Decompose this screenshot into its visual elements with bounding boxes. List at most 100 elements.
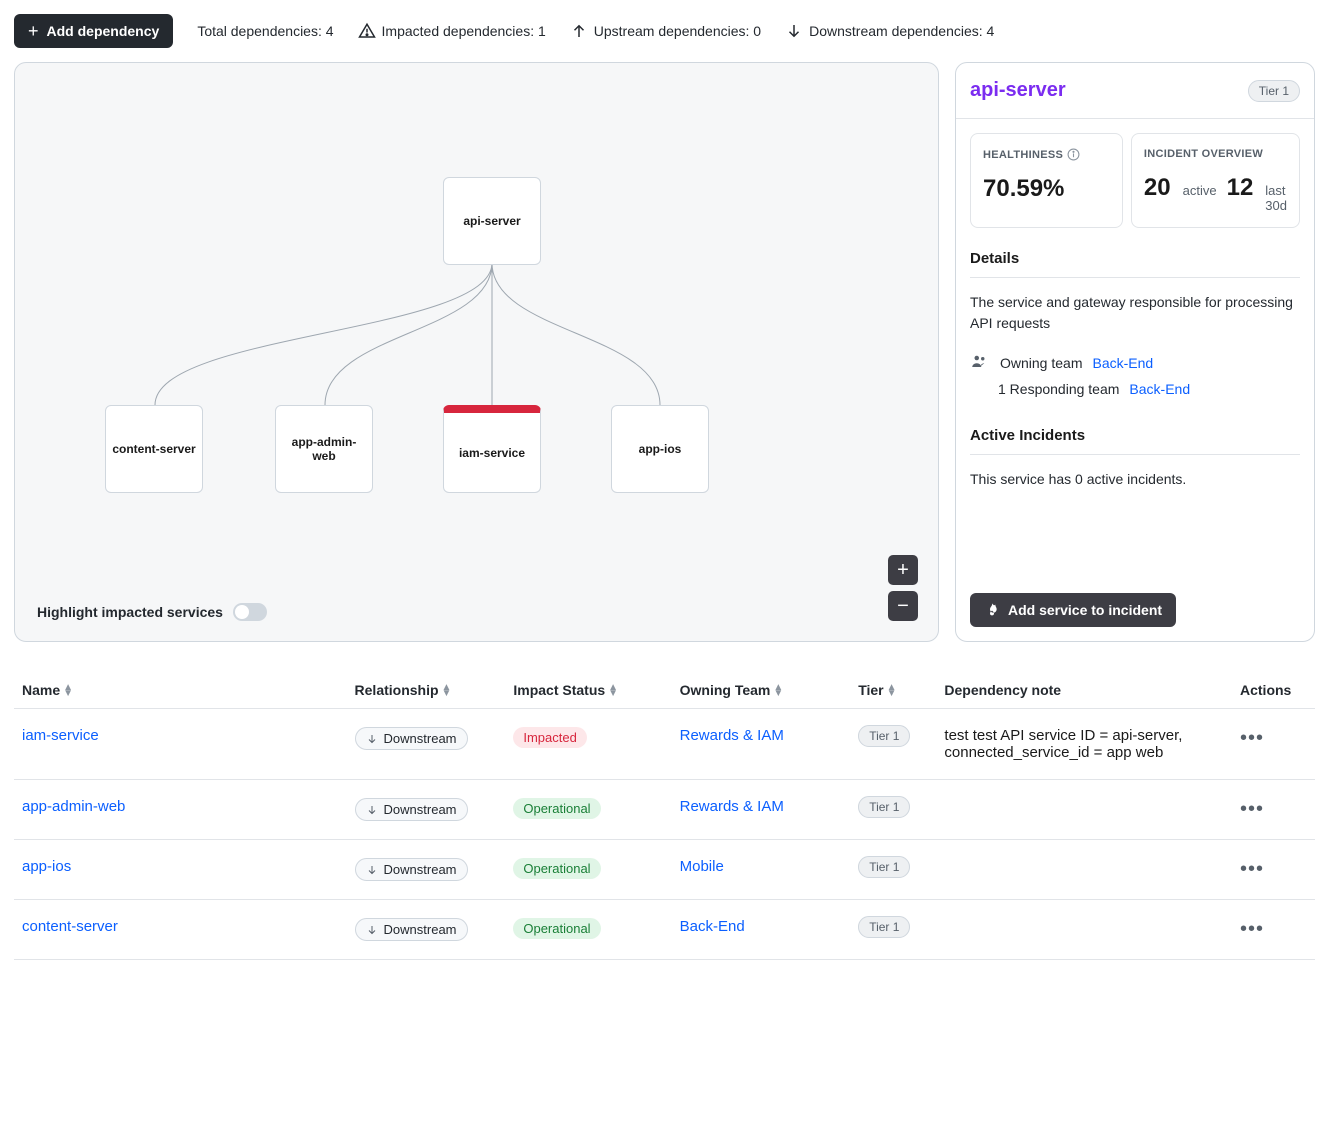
relationship-pill: Downstream <box>355 727 468 750</box>
row-actions-menu[interactable]: ••• <box>1240 918 1264 940</box>
relationship-pill: Downstream <box>355 918 468 941</box>
warning-icon <box>358 22 376 40</box>
highlight-impacted-row: Highlight impacted services <box>37 603 267 621</box>
sort-icon[interactable]: ▲▼ <box>773 685 783 697</box>
top-bar: + Add dependency Total dependencies: 4 I… <box>14 14 1315 48</box>
row-actions-menu[interactable]: ••• <box>1240 798 1264 820</box>
row-actions-menu[interactable]: ••• <box>1240 727 1264 749</box>
graph-node-api-server[interactable]: api-server <box>443 177 541 265</box>
graph-node-app-admin-web[interactable]: app-admin-web <box>275 405 373 493</box>
dependency-note <box>936 900 1232 960</box>
relationship-pill: Downstream <box>355 858 468 881</box>
th-name[interactable]: Name▲▼ <box>14 672 347 709</box>
owning-team-row: Owning team Back-End <box>970 352 1300 373</box>
sort-icon[interactable]: ▲▼ <box>887 685 897 697</box>
arrow-down-icon <box>366 804 378 816</box>
arrow-down-icon <box>366 733 378 745</box>
highlight-impacted-toggle[interactable] <box>233 603 267 621</box>
sort-icon[interactable]: ▲▼ <box>442 685 452 697</box>
th-note: Dependency note <box>936 672 1232 709</box>
stat-upstream-dependencies: Upstream dependencies: 0 <box>570 22 761 40</box>
impact-status-badge: Operational <box>513 918 600 939</box>
service-link[interactable]: iam-service <box>22 727 99 744</box>
graph-node-app-ios[interactable]: app-ios <box>611 405 709 493</box>
graph-node-iam-service[interactable]: iam-service <box>443 405 541 493</box>
team-link[interactable]: Rewards & IAM <box>680 727 784 744</box>
service-link[interactable]: app-admin-web <box>22 798 125 815</box>
add-service-to-incident-button[interactable]: Add service to incident <box>970 593 1176 627</box>
owning-team-link[interactable]: Back-End <box>1092 355 1153 371</box>
responding-team-label: 1 Responding team <box>998 381 1119 397</box>
zoom-controls: + − <box>888 555 918 621</box>
incident-active-count: 20 <box>1144 174 1171 202</box>
incident-last30d-label: last 30d <box>1265 183 1287 213</box>
arrow-down-icon <box>366 864 378 876</box>
upstream-label: Upstream dependencies: 0 <box>594 23 761 39</box>
tier-badge: Tier 1 <box>858 796 910 818</box>
service-link[interactable]: app-ios <box>22 858 71 875</box>
dependencies-table: Name▲▼ Relationship▲▼ Impact Status▲▼ Ow… <box>14 672 1315 960</box>
healthiness-card: HEALTHINESS 70.59% <box>970 133 1123 228</box>
add-dependency-button[interactable]: + Add dependency <box>14 14 173 48</box>
arrow-down-icon <box>785 22 803 40</box>
service-link[interactable]: content-server <box>22 918 118 935</box>
th-tier[interactable]: Tier▲▼ <box>850 672 936 709</box>
details-body: The service and gateway responsible for … <box>956 278 1314 419</box>
healthiness-label: HEALTHINESS <box>983 148 1110 161</box>
add-incident-label: Add service to incident <box>1008 602 1162 618</box>
service-side-panel: api-server Tier 1 HEALTHINESS 70.59% INC… <box>955 62 1315 642</box>
table-row: app-admin-web Downstream Operational Rew… <box>14 780 1315 840</box>
metric-cards: HEALTHINESS 70.59% INCIDENT OVERVIEW 20 … <box>956 119 1314 242</box>
tier-badge: Tier 1 <box>858 916 910 938</box>
stat-downstream-dependencies: Downstream dependencies: 4 <box>785 22 994 40</box>
downstream-label: Downstream dependencies: 4 <box>809 23 994 39</box>
team-link[interactable]: Back-End <box>680 918 745 935</box>
th-impact[interactable]: Impact Status▲▼ <box>505 672 671 709</box>
healthiness-value: 70.59% <box>983 175 1110 203</box>
main-row: api-server content-server app-admin-web … <box>14 62 1315 642</box>
team-icon <box>970 352 990 373</box>
team-link[interactable]: Rewards & IAM <box>680 798 784 815</box>
impact-status-badge: Operational <box>513 858 600 879</box>
info-icon <box>1067 148 1080 161</box>
fire-icon <box>984 602 1000 618</box>
service-title: api-server <box>970 79 1066 102</box>
tier-badge: Tier 1 <box>858 725 910 747</box>
zoom-out-button[interactable]: − <box>888 591 918 621</box>
health-label-text: HEALTHINESS <box>983 149 1063 161</box>
tier-badge: Tier 1 <box>1248 80 1300 102</box>
arrow-down-icon <box>366 924 378 936</box>
dependency-graph-panel[interactable]: api-server content-server app-admin-web … <box>14 62 939 642</box>
dependency-note: test test API service ID = api-server, c… <box>936 709 1232 780</box>
node-label: api-server <box>463 214 520 228</box>
node-label: app-ios <box>639 442 682 456</box>
team-link[interactable]: Mobile <box>680 858 724 875</box>
sort-icon[interactable]: ▲▼ <box>63 685 73 697</box>
node-label: app-admin-web <box>282 435 366 463</box>
table-row: content-server Downstream Operational Ba… <box>14 900 1315 960</box>
owning-team-label: Owning team <box>1000 355 1082 371</box>
table-row: app-ios Downstream Operational Mobile Ti… <box>14 840 1315 900</box>
incident-last30d-count: 12 <box>1227 174 1254 202</box>
incident-values: 20 active 12 last 30d <box>1144 174 1287 213</box>
dependency-note <box>936 780 1232 840</box>
graph-node-content-server[interactable]: content-server <box>105 405 203 493</box>
graph-edges <box>15 63 938 641</box>
relationship-pill: Downstream <box>355 798 468 821</box>
node-label: content-server <box>112 442 195 456</box>
active-incidents-heading: Active Incidents <box>970 419 1300 455</box>
table-row: iam-service Downstream Impacted Rewards … <box>14 709 1315 780</box>
th-team[interactable]: Owning Team▲▼ <box>672 672 851 709</box>
stat-total-dependencies: Total dependencies: 4 <box>197 23 333 39</box>
add-dependency-label: Add dependency <box>47 23 160 39</box>
active-incidents-body: This service has 0 active incidents. <box>956 455 1314 522</box>
th-relationship[interactable]: Relationship▲▼ <box>347 672 506 709</box>
details-heading: Details <box>970 242 1300 278</box>
responding-team-link[interactable]: Back-End <box>1129 381 1190 397</box>
node-label: iam-service <box>459 446 525 460</box>
zoom-in-button[interactable]: + <box>888 555 918 585</box>
row-actions-menu[interactable]: ••• <box>1240 858 1264 880</box>
sort-icon[interactable]: ▲▼ <box>608 685 618 697</box>
active-incidents-text: This service has 0 active incidents. <box>970 469 1300 490</box>
service-description: The service and gateway responsible for … <box>970 292 1300 334</box>
